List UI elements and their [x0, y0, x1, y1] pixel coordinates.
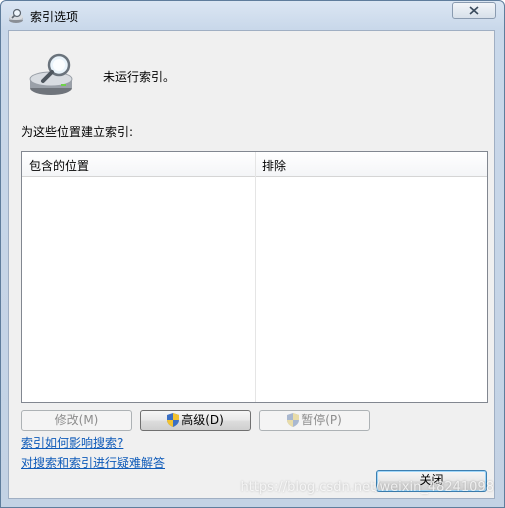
column-divider[interactable] — [255, 152, 256, 402]
modify-button-label: 修改(M) — [54, 413, 99, 427]
pause-button[interactable]: 暂停(P) — [259, 410, 370, 431]
modify-button[interactable]: 修改(M) — [21, 410, 132, 431]
advanced-button[interactable]: 高级(D) — [140, 410, 251, 431]
pause-button-label: 暂停(P) — [301, 413, 342, 427]
troubleshoot-search-link[interactable]: 对搜索和索引进行疑难解答 — [21, 454, 165, 471]
indexing-drive-magnifier-icon — [27, 51, 79, 97]
uac-shield-icon — [287, 413, 300, 433]
index-options-icon — [8, 8, 24, 24]
how-indexing-affects-search-link[interactable]: 索引如何影响搜索? — [21, 434, 123, 451]
column-header-included[interactable]: 包含的位置 — [29, 157, 89, 174]
close-icon — [469, 6, 479, 15]
advanced-button-label: 高级(D) — [181, 413, 224, 427]
window-title: 索引选项 — [30, 10, 79, 24]
indexed-locations-list[interactable]: 包含的位置 排除 — [21, 151, 488, 403]
index-options-window: 索引选项 未运行索引。 为这些位置建立索引: 包含的位置 排除 修改(M) 高级… — [0, 0, 505, 508]
indexing-status-text: 未运行索引。 — [103, 70, 176, 84]
window-close-button[interactable] — [452, 2, 496, 19]
locations-label: 为这些位置建立索引: — [21, 125, 134, 139]
column-header-excluded[interactable]: 排除 — [262, 157, 286, 174]
uac-shield-icon — [167, 413, 180, 433]
watermark-text: https://blog.csdn.net/weixin_48241098 — [240, 480, 494, 495]
title-bar: 索引选项 — [1, 1, 504, 31]
dialog-body: 未运行索引。 为这些位置建立索引: 包含的位置 排除 修改(M) 高级(D) 暂… — [8, 30, 495, 499]
